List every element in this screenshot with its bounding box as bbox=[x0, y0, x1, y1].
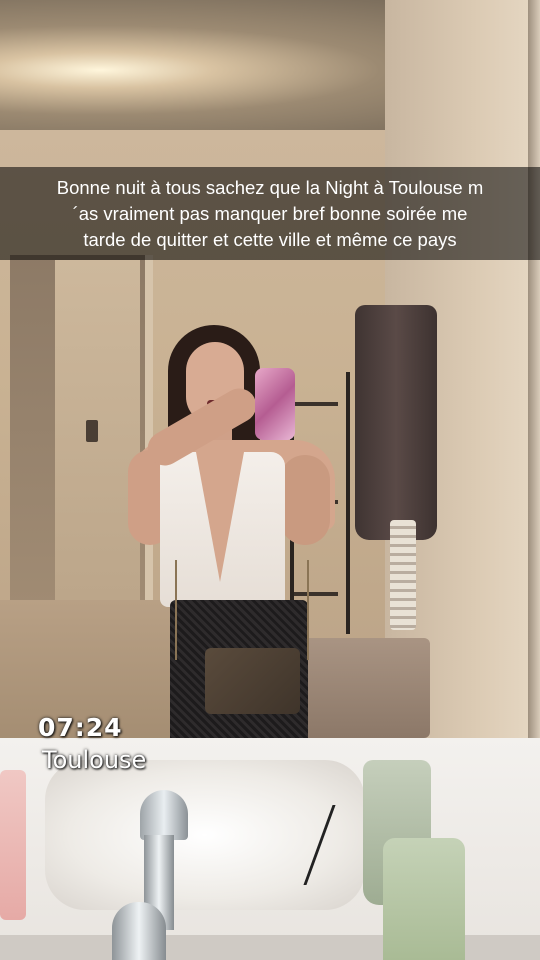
soap-bottle bbox=[0, 770, 26, 920]
sticker-location: Toulouse bbox=[42, 746, 147, 774]
pink-phone bbox=[255, 368, 295, 440]
caption-line: tarde de quitter et cette ville et même … bbox=[83, 229, 457, 250]
faucet-spout bbox=[140, 790, 188, 840]
faucet-reflection bbox=[112, 902, 166, 960]
sink-basin bbox=[45, 760, 365, 910]
bag-strap bbox=[175, 560, 309, 660]
toothbrush-cup bbox=[383, 838, 465, 960]
light-switch bbox=[86, 420, 98, 442]
snap-caption: Bonne nuit à tous sachez que la Night à … bbox=[0, 167, 540, 260]
sticker-time: 07:24 bbox=[38, 713, 123, 742]
snap-story[interactable]: Bonne nuit à tous sachez que la Night à … bbox=[0, 0, 540, 960]
caption-line: ´as vraiment pas manquer bref bonne soir… bbox=[72, 203, 468, 224]
person-arm bbox=[280, 455, 330, 545]
time-location-sticker: 07:24 Toulouse bbox=[38, 712, 146, 776]
towel-radiator bbox=[390, 520, 416, 630]
shelf-board bbox=[294, 402, 338, 406]
handbag bbox=[205, 648, 300, 714]
bed bbox=[300, 638, 430, 738]
caption-line: Bonne nuit à tous sachez que la Night à … bbox=[56, 177, 484, 198]
towel bbox=[355, 305, 437, 540]
